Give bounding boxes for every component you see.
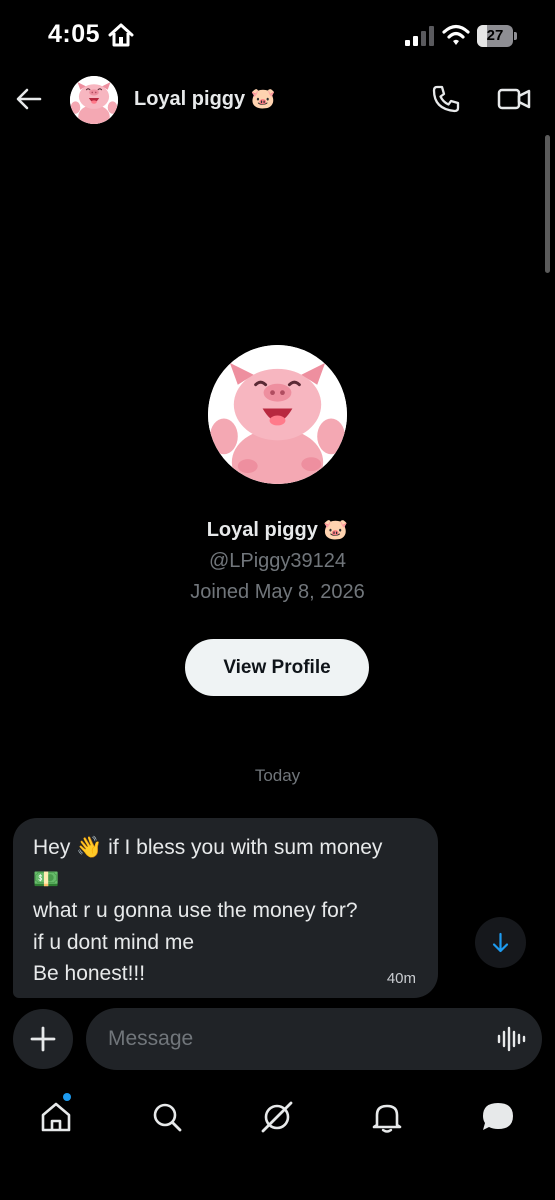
add-attachment-button[interactable] (13, 1009, 73, 1069)
view-profile-button[interactable]: View Profile (185, 639, 369, 696)
profile-name-text: Loyal piggy (206, 519, 318, 541)
message-input[interactable]: Message (86, 1008, 542, 1070)
message-line: 💵 (33, 867, 60, 891)
status-bar: 4:05 27 (0, 0, 555, 70)
signal-icon (405, 26, 434, 46)
profile-joined-date: Joined May 8, 2026 (190, 581, 365, 603)
message-line: Be honest!!! (33, 962, 146, 985)
pig-emoji-icon: 🐷 (250, 88, 276, 110)
message-timestamp: 40m (386, 970, 416, 987)
search-icon[interactable] (149, 1099, 185, 1135)
scroll-to-bottom-button[interactable] (475, 917, 526, 968)
pig-avatar-image (208, 345, 347, 484)
back-arrow-icon[interactable] (14, 84, 44, 114)
video-icon[interactable] (496, 83, 532, 115)
bell-icon[interactable] (369, 1099, 405, 1135)
message-line: what r u gonna use the money for? (33, 899, 358, 922)
arrow-down-icon (492, 932, 509, 953)
phone-icon[interactable] (430, 83, 462, 115)
plus-icon (30, 1026, 56, 1052)
scrollbar[interactable] (545, 135, 550, 273)
home-notification-dot (63, 1093, 71, 1101)
voice-waveform-icon[interactable] (496, 1024, 526, 1054)
profile-avatar[interactable] (208, 345, 347, 484)
battery-level: 27 (486, 27, 504, 44)
profile-name: Loyal piggy 🐷 (0, 517, 555, 542)
grok-icon[interactable] (259, 1099, 295, 1135)
battery-icon: 27 (477, 25, 517, 47)
message-text: Hey 👋 if I bless you with sum money 💵 wh… (33, 832, 428, 990)
message-line: if u dont mind me (33, 930, 195, 954)
header-name-text: Loyal piggy (134, 88, 246, 110)
messages-icon[interactable] (480, 1099, 516, 1135)
pig-emoji-icon: 🐷 (323, 519, 349, 541)
header-contact-name[interactable]: Loyal piggy 🐷 (134, 86, 276, 111)
status-time: 4:05 (48, 20, 101, 48)
bottom-tab-bar (0, 1085, 555, 1200)
message-input-placeholder: Message (108, 1027, 194, 1050)
message-bubble[interactable]: Hey 👋 if I bless you with sum money 💵 wh… (13, 818, 438, 998)
message-line: Hey 👋 if I bless you with sum money (33, 836, 383, 859)
date-divider: Today (254, 766, 301, 785)
pig-avatar-image (70, 76, 118, 124)
header-avatar[interactable] (70, 76, 118, 124)
home-status-icon (108, 23, 134, 47)
home-icon[interactable] (38, 1099, 74, 1135)
wifi-icon (442, 24, 470, 45)
conversation-header: Loyal piggy 🐷 (0, 70, 555, 130)
profile-handle: @LPiggy39124 (208, 550, 347, 572)
